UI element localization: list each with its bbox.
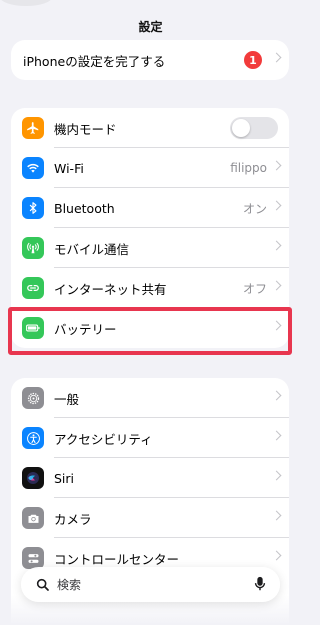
airplane-mode-label: 機内モード [54,121,117,137]
setup-card: iPhoneの設定を完了する 1 [11,40,289,80]
chevron-right-icon [271,470,282,481]
accessibility-label: アクセシビリティ [54,431,153,447]
personal-hotspot-row[interactable]: インターネット共有 オフ [11,268,289,308]
finish-setup-row[interactable]: iPhoneの設定を完了する 1 [11,40,289,80]
general-row[interactable]: 一般 [11,378,289,418]
camera-icon [22,507,44,529]
bluetooth-label: Bluetooth [54,200,115,216]
chevron-right-icon [271,430,282,441]
airplane-mode-row[interactable]: 機内モード [11,108,289,148]
bluetooth-status-value: オン [242,201,267,216]
airplane-mode-toggle[interactable] [230,117,278,139]
camera-row[interactable]: カメラ [11,498,289,538]
page-title: 設定 [138,20,163,34]
cellular-label: モバイル通信 [54,241,130,257]
control-center-icon [22,547,44,569]
accessibility-row[interactable]: アクセシビリティ [11,418,289,458]
toggle-knob [232,119,250,137]
cellular-icon [22,237,44,259]
wifi-network-value: filippo [230,161,267,175]
personal-hotspot-label: インターネット共有 [54,281,167,297]
profile-avatar[interactable] [0,0,52,6]
cellular-row[interactable]: モバイル通信 [11,228,289,268]
chevron-right-icon [271,200,282,211]
search-placeholder: 検索 [57,578,82,592]
airplane-icon [22,117,44,139]
wifi-icon [22,157,44,179]
wifi-row[interactable]: Wi-Fi filippo [11,148,289,188]
chevron-right-icon [271,390,282,401]
chevron-right-icon [271,240,282,251]
chevron-right-icon [271,160,282,171]
chevron-right-icon [271,510,282,521]
chevron-right-icon [271,550,282,561]
bluetooth-icon [22,197,44,219]
chevron-right-icon [271,52,282,63]
siri-icon [22,467,44,489]
chevron-right-icon [271,280,282,291]
microphone-icon[interactable] [254,576,266,592]
siri-row[interactable]: Siri [11,458,289,498]
hotspot-icon [22,277,44,299]
accessibility-icon [22,427,44,449]
notification-badge: 1 [244,51,262,69]
control-center-label: コントロールセンター [54,551,180,567]
search-bar[interactable]: 検索 [21,567,280,602]
camera-label: カメラ [54,511,92,527]
search-icon [36,578,49,591]
gear-icon [22,387,44,409]
battery-highlight-frame [8,307,292,355]
siri-label: Siri [54,470,75,486]
finish-setup-label: iPhoneの設定を完了する [23,53,166,69]
hotspot-status-value: オフ [242,281,267,296]
wifi-label: Wi-Fi [54,160,84,176]
general-label: 一般 [54,391,80,407]
bluetooth-row[interactable]: Bluetooth オン [11,188,289,228]
